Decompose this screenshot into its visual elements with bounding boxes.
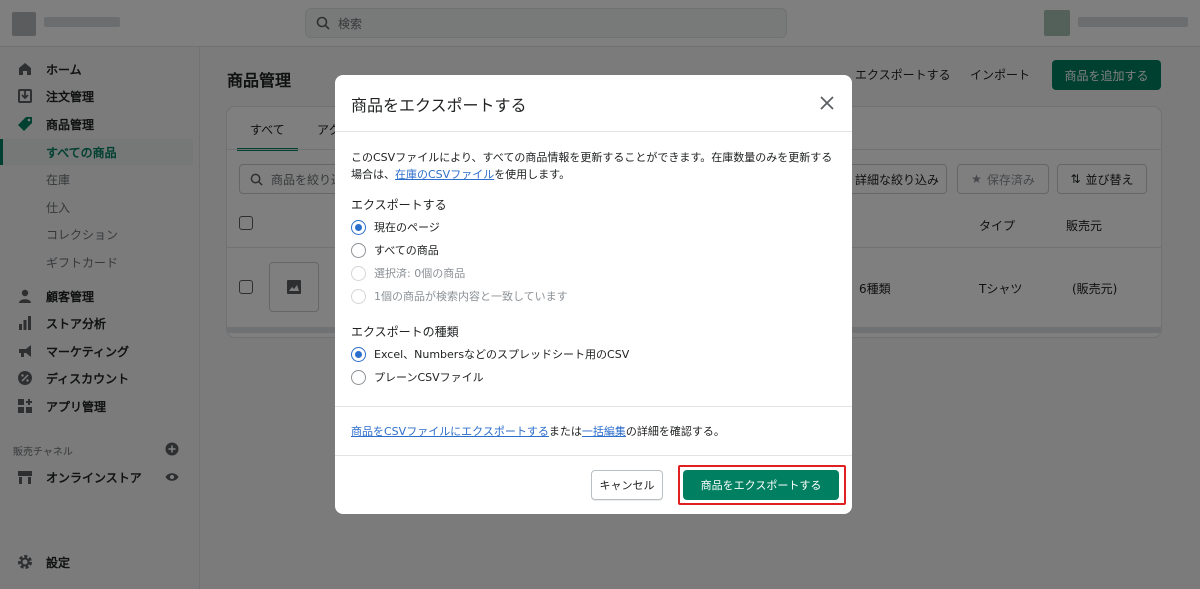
radio-spreadsheet-csv[interactable]: Excel、Numbersなどのスプレッドシート用のCSV xyxy=(351,346,629,362)
radio-button-selected[interactable] xyxy=(351,219,366,235)
radio-button-disabled xyxy=(351,265,366,281)
cancel-button[interactable]: キャンセル xyxy=(591,470,663,500)
radio-button[interactable] xyxy=(351,369,366,385)
export-type-label: エクスポートの種類 xyxy=(351,325,459,339)
export-products-button[interactable]: 商品をエクスポートする xyxy=(683,470,839,500)
radio-button-selected[interactable] xyxy=(351,346,366,362)
description-text-end: を使用します。 xyxy=(494,168,571,181)
radio-label: すべての商品 xyxy=(374,244,439,257)
export-group-label: エクスポートする xyxy=(351,198,447,212)
export-modal: 商品をエクスポートする このCSVファイルにより、すべての商品情報を更新すること… xyxy=(335,75,852,514)
radio-search-matches: 1個の商品が検索内容と一致しています xyxy=(351,288,568,304)
radio-plain-csv[interactable]: プレーンCSVファイル xyxy=(351,369,484,385)
radio-label: Excel、Numbersなどのスプレッドシート用のCSV xyxy=(374,348,630,361)
help-text-end: の詳細を確認する。 xyxy=(625,425,725,438)
modal-footer-divider xyxy=(335,455,852,456)
bulk-edit-link[interactable]: 一括編集 xyxy=(582,425,626,438)
radio-label: プレーンCSVファイル xyxy=(374,371,484,384)
close-icon[interactable] xyxy=(817,93,837,113)
radio-current-page[interactable]: 現在のページ xyxy=(351,219,440,235)
modal-divider xyxy=(335,406,852,407)
inventory-csv-link[interactable]: 在庫のCSVファイル xyxy=(395,168,494,181)
radio-button[interactable] xyxy=(351,242,366,258)
radio-all-products[interactable]: すべての商品 xyxy=(351,242,439,258)
export-help-link[interactable]: 商品をCSVファイルにエクスポートする xyxy=(351,425,549,438)
help-text-mid: または xyxy=(548,425,582,438)
radio-button-disabled xyxy=(351,288,366,304)
modal-title: 商品をエクスポートする xyxy=(351,96,527,115)
radio-label: 選択済: 0個の商品 xyxy=(374,267,466,280)
radio-label: 1個の商品が検索内容と一致しています xyxy=(374,290,568,303)
radio-label: 現在のページ xyxy=(374,221,440,234)
modal-description: このCSVファイルにより、すべての商品情報を更新することができます。在庫数量のみ… xyxy=(351,149,836,183)
modal-header: 商品をエクスポートする xyxy=(335,75,852,132)
radio-selected-products: 選択済: 0個の商品 xyxy=(351,265,465,281)
help-text: 商品をCSVファイルにエクスポートするまたは一括編集の詳細を確認する。 xyxy=(351,423,725,439)
